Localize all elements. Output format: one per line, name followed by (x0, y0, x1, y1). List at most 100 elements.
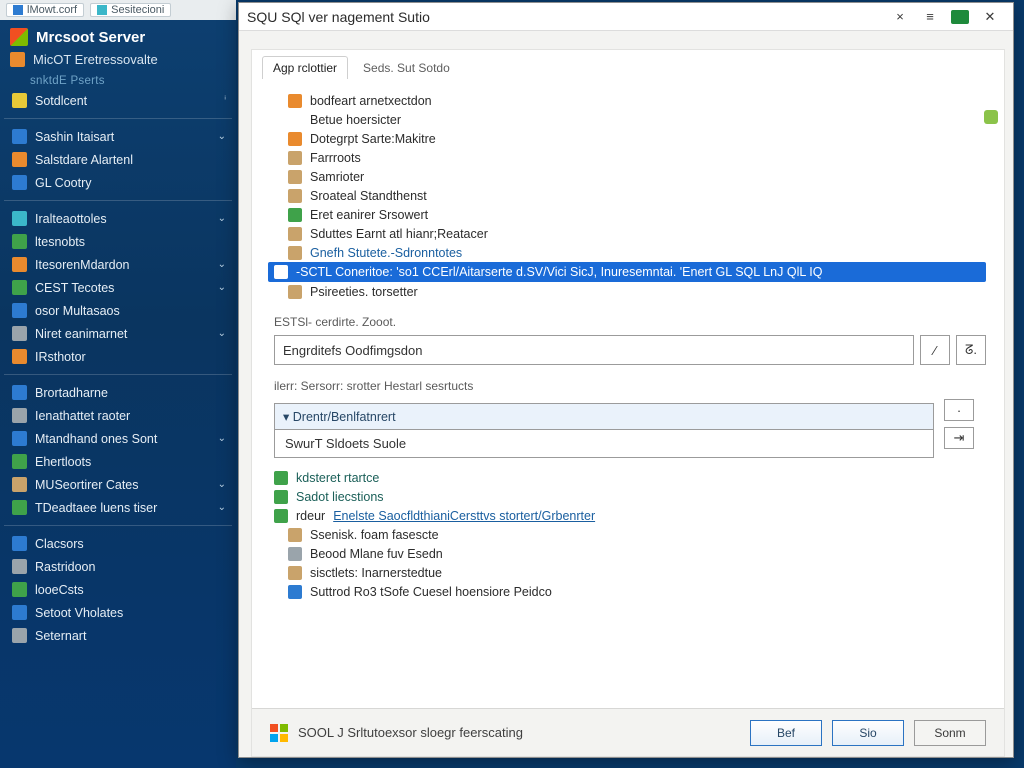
sidebar-item-label: looeCsts (35, 583, 84, 597)
item-icon (288, 132, 302, 146)
list-item[interactable]: Sduttes Earnt atl hianr;Reatacer (274, 224, 986, 243)
back-button[interactable]: Bef (750, 720, 822, 746)
list-header[interactable]: ▾ Drentr/Benlfatnrert (274, 403, 934, 430)
deep-link-row[interactable]: rdeur Enelste SaocfldthianiCersttvs stor… (274, 506, 986, 525)
sidebar-item[interactable]: Sashin Itaisart ⌄ (0, 125, 236, 148)
sidebar-item-label: Iralteaottoles (35, 212, 107, 226)
sidebar-item-label: Brortadharne (35, 386, 108, 400)
sidebar-item-icon (12, 280, 27, 295)
config-textbox[interactable]: Engrditefs Oodfimgsdon (274, 335, 914, 365)
sidebar-item-label: Mtandhand ones Sont (35, 432, 157, 446)
sidebar-item-label: Seternart (35, 629, 86, 643)
browse-button[interactable]: ᘔ. (956, 335, 986, 365)
dialog-content: Agp rclottier Seds. Sut Sotdo bodfeart a… (251, 49, 1005, 757)
list-item-label: Sroateal Standthenst (310, 189, 427, 203)
action-link[interactable]: Sadot liecstions (274, 487, 986, 506)
brand-title: Mrcsoot Server (36, 29, 145, 46)
list-item-label: bodfeart arnetxectdon (310, 94, 432, 108)
sidebar-item-icon (12, 385, 27, 400)
titlebar-min-icon[interactable]: × (885, 6, 915, 28)
sidebar-item-solution[interactable]: Sotdlcent ⁱ (0, 89, 236, 112)
selected-connection-row[interactable]: -SCTL Coneritoe: 'so1 CCErl/Aitarserte d… (268, 262, 986, 282)
list-action-1[interactable]: · (944, 399, 974, 421)
sidebar-item-icon (12, 234, 27, 249)
sidebar-separator (4, 200, 232, 201)
list-item[interactable]: Dotegrpt Sarte:Makitre (274, 129, 986, 148)
list-item[interactable]: sisctlets: Inarnerstedtue (274, 563, 986, 582)
list-row[interactable]: SwurT Sldoets Suole (274, 430, 934, 458)
chevron-down-icon: ⌄ (218, 282, 226, 293)
sidebar-item[interactable]: IRsthotor (0, 345, 236, 368)
list-item[interactable]: Ssenisk. foam fasescte (274, 525, 986, 544)
deep-link-prefix: rdeur (296, 509, 325, 523)
sidebar-item[interactable]: ItesorenMdardon ⌄ (0, 253, 236, 276)
sidebar-item[interactable]: osor Multasaos (0, 299, 236, 322)
sidebar-item[interactable]: CEST Tecotes ⌄ (0, 276, 236, 299)
close-icon[interactable]: ✕ (975, 6, 1005, 28)
os-pill-left[interactable]: lMowt.corf (6, 3, 84, 17)
list-item[interactable]: Samrioter (274, 167, 986, 186)
list-item[interactable]: Gnefh Stutete.-Sdronntotes (274, 243, 986, 262)
sidebar-item[interactable]: looeCsts (0, 578, 236, 601)
list-header-label: Drentr/Benlfatnrert (293, 410, 396, 424)
sidebar-item[interactable]: Rastridoon (0, 555, 236, 578)
sidebar-item[interactable]: Ehertloots (0, 450, 236, 473)
list-item[interactable]: Betue hoersicter (274, 110, 986, 129)
list-action-2[interactable]: ⇥ (944, 427, 974, 449)
tab-settings[interactable]: Seds. Sut Sotdo (352, 56, 461, 79)
sidebar-item[interactable]: Clacsors (0, 532, 236, 555)
chevron-down-icon: ⌄ (218, 502, 226, 513)
sidebar-item[interactable]: ltesnobts (0, 230, 236, 253)
list-item[interactable]: Beood Mlane fuv Esedn (274, 544, 986, 563)
button-label: Sio (859, 726, 876, 740)
sidebar-item-icon (12, 211, 27, 226)
sidebar-item[interactable]: GL Cootry (0, 171, 236, 194)
list-item[interactable]: Sroateal Standthenst (274, 186, 986, 205)
brand-row-1: Mrcsoot Server (0, 20, 236, 50)
textbox-value: Engrditefs Oodfimgsdon (283, 343, 422, 358)
next-button[interactable]: Sio (832, 720, 904, 746)
chevron-down-icon: ⌄ (218, 479, 226, 490)
list-item-label: Gnefh Stutete.-Sdronntotes (310, 246, 462, 260)
sidebar-item-label: Clacsors (35, 537, 84, 551)
list-item[interactable]: bodfeart arnetxectdon (274, 91, 986, 110)
sidebar-item[interactable]: Ienathattet raoter (0, 404, 236, 427)
list-item-label: Farrroots (310, 151, 361, 165)
sidebar-item[interactable]: Mtandhand ones Sont ⌄ (0, 427, 236, 450)
sidebar-item[interactable]: Iralteaottoles ⌄ (0, 207, 236, 230)
sidebar-item[interactable]: MUSeortirer Cates ⌄ (0, 473, 236, 496)
action-link[interactable]: kdsteret rtartce (274, 468, 986, 487)
tab-app[interactable]: Agp rclottier (262, 56, 348, 79)
sidebar-item-icon (12, 454, 27, 469)
sidebar-item[interactable]: TDeadtaee luens tiser ⌄ (0, 496, 236, 519)
titlebar-menu-icon[interactable]: ≡ (915, 6, 945, 28)
sidebar-item[interactable]: Seternart (0, 624, 236, 647)
footer-logo-icon (270, 724, 288, 742)
brand-subtitle: MicOT Eretressovalte (33, 52, 158, 67)
list-item[interactable]: Farrroots (274, 148, 986, 167)
button-label: Sonm (934, 726, 965, 740)
sidebar-item-label: Sotdlcent (35, 94, 87, 108)
item-icon (288, 113, 302, 127)
cancel-button[interactable]: Sonm (914, 720, 986, 746)
sidebar-item-icon (12, 129, 27, 144)
deep-link-text[interactable]: Enelste SaocfldthianiCersttvs stortert/G… (333, 509, 595, 523)
sidebar-item[interactable]: Brortadharne (0, 381, 236, 404)
list-item[interactable]: Psireeties. torsetter (274, 282, 986, 301)
list-item[interactable]: Suttrod Ro3 tSofe Cuesel hoensiore Peidc… (274, 582, 986, 601)
list-header-marker: ▾ (283, 410, 293, 424)
sidebar-item-label: Setoot Vholates (35, 606, 123, 620)
sidebar-item-icon (12, 500, 27, 515)
sidebar-item-label: Ienathattet raoter (35, 409, 130, 423)
list-item[interactable]: Eret eanirer Srsowert (274, 205, 986, 224)
sidebar-item[interactable]: Setoot Vholates (0, 601, 236, 624)
item-icon (288, 227, 302, 241)
sidebar-separator (4, 374, 232, 375)
os-pill-right[interactable]: Sesitecioni (90, 3, 171, 17)
sidebar-item[interactable]: Niret eanimarnet ⌄ (0, 322, 236, 345)
sidebar-item-icon (12, 628, 27, 643)
edit-button[interactable]: ∕ (920, 335, 950, 365)
sidebar-item-icon (12, 431, 27, 446)
sidebar-item[interactable]: Salstdare Alartenl (0, 148, 236, 171)
list-item-label: Ssenisk. foam fasescte (310, 528, 439, 542)
